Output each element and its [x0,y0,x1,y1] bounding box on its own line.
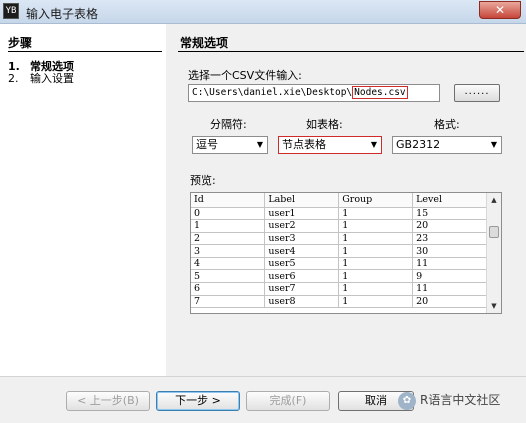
import-spreadsheet-window: YB 输入电子表格 ✕ 步骤 1. 常规选项 2. 输入设置 常规选项 选择一个CS… [0,0,526,423]
preview-grid: Id Label Group Level 0 user1 1 15 1 user2 1 20 2… [191,193,487,309]
scroll-down-icon[interactable]: ▼ [487,299,501,313]
section-divider [178,51,524,52]
column-header: Group [338,193,414,208]
table-cell: 5 [191,269,266,284]
next-button[interactable]: 下一步 > [156,391,240,411]
step-number: 2. [8,72,19,85]
separator-value: 逗号 [196,138,218,151]
table-cell: user7 [264,282,340,296]
table-cell: user2 [264,219,340,233]
format-select[interactable]: GB2312 ▼ [392,136,502,154]
wechat-icon: ✿ [398,391,416,410]
table-cell: 1 [338,207,414,221]
steps-panel: 步骤 1. 常规选项 2. 输入设置 [0,24,166,376]
app-icon: YB [3,3,19,19]
table-cell: 30 [412,244,487,258]
table-cell: 1 [338,244,414,258]
table-cell: 23 [412,232,487,246]
table-row[interactable]: 6 user7 1 11 [191,282,487,296]
step-import-settings: 2. 输入设置 [8,70,74,86]
table-cell: 15 [412,207,487,221]
table-cell: 1 [338,282,414,296]
chevron-down-icon: ▼ [256,140,263,149]
close-button[interactable]: ✕ [479,1,521,19]
vertical-scrollbar[interactable]: ▲ ▼ [486,193,501,313]
wizard-footer: < 上一步(B) 下一步 > 完成(F) 取消 ✿ R语言中文社区 [0,376,526,423]
column-header: Id [191,193,266,208]
step-label: 输入设置 [30,72,74,85]
title-bar: YB 输入电子表格 ✕ [0,0,526,24]
format-label: 格式: [434,118,460,131]
table-cell: 1 [338,257,414,271]
separator-label: 分隔符: [210,118,247,131]
steps-title: 步骤 [8,36,33,50]
chevron-down-icon: ▼ [370,140,377,149]
format-value: GB2312 [396,138,441,151]
watermark-text: R语言中文社区 [420,393,501,407]
path-prefix: C:\Users\daniel.xie\Desktop\ [192,87,353,98]
table-cell: 1 [338,269,414,284]
table-cell: 1 [191,219,266,233]
select-csv-label: 选择一个CSV文件输入: [188,69,302,82]
table-cell: user4 [264,244,340,258]
column-header: Level [412,193,487,208]
table-cell: 3 [191,244,266,258]
file-path-input[interactable]: C:\Users\daniel.xie\Desktop\ Nodes.csv [188,84,440,102]
table-cell: 9 [412,269,487,284]
table-cell: 7 [191,295,266,309]
table-cell: 1 [338,219,414,233]
table-type-label: 如表格: [306,118,343,131]
steps-divider [8,51,162,52]
table-row[interactable]: 4 user5 1 11 [191,257,487,271]
separator-select[interactable]: 逗号 ▼ [192,136,268,154]
table-header-row: Id Label Group Level [191,193,487,208]
table-cell: 2 [191,232,266,246]
table-cell: user3 [264,232,340,246]
table-cell: 11 [412,282,487,296]
table-cell: 6 [191,282,266,296]
table-type-select[interactable]: 节点表格 ▼ [278,136,382,154]
scroll-up-icon[interactable]: ▲ [487,193,501,207]
table-cell: 4 [191,257,266,271]
window-title: 输入电子表格 [26,7,99,21]
table-cell: user8 [264,295,340,309]
table-cell: user1 [264,207,340,221]
watermark: ✿ R语言中文社区 [398,391,500,410]
table-cell: 0 [191,207,266,221]
path-filename: Nodes.csv [352,86,408,99]
preview-label: 预览: [190,174,216,187]
column-header: Label [264,193,340,208]
table-row[interactable]: 1 user2 1 20 [191,219,487,233]
finish-button[interactable]: 完成(F) [246,391,330,411]
table-row[interactable]: 2 user3 1 23 [191,232,487,246]
table-cell: user5 [264,257,340,271]
preview-table[interactable]: Id Label Group Level 0 user1 1 15 1 user2 1 20 2… [190,192,502,314]
section-title: 常规选项 [180,36,229,50]
table-cell: 20 [412,295,487,309]
table-cell: 11 [412,257,487,271]
table-cell: user6 [264,269,340,284]
table-row[interactable]: 5 user6 1 9 [191,269,487,284]
table-cell: 1 [338,295,414,309]
table-row[interactable]: 7 user8 1 20 [191,295,487,309]
scroll-thumb[interactable] [489,226,499,238]
table-type-value: 节点表格 [282,138,326,151]
table-row[interactable]: 0 user1 1 15 [191,207,487,221]
table-row[interactable]: 3 user4 1 30 [191,244,487,258]
table-cell: 20 [412,219,487,233]
table-cell: 1 [338,232,414,246]
general-options-panel: 常规选项 选择一个CSV文件输入: C:\Users\daniel.xie\De… [170,24,526,376]
chevron-down-icon: ▼ [490,140,497,149]
back-button[interactable]: < 上一步(B) [66,391,150,411]
browse-button[interactable]: ...... [454,84,500,102]
